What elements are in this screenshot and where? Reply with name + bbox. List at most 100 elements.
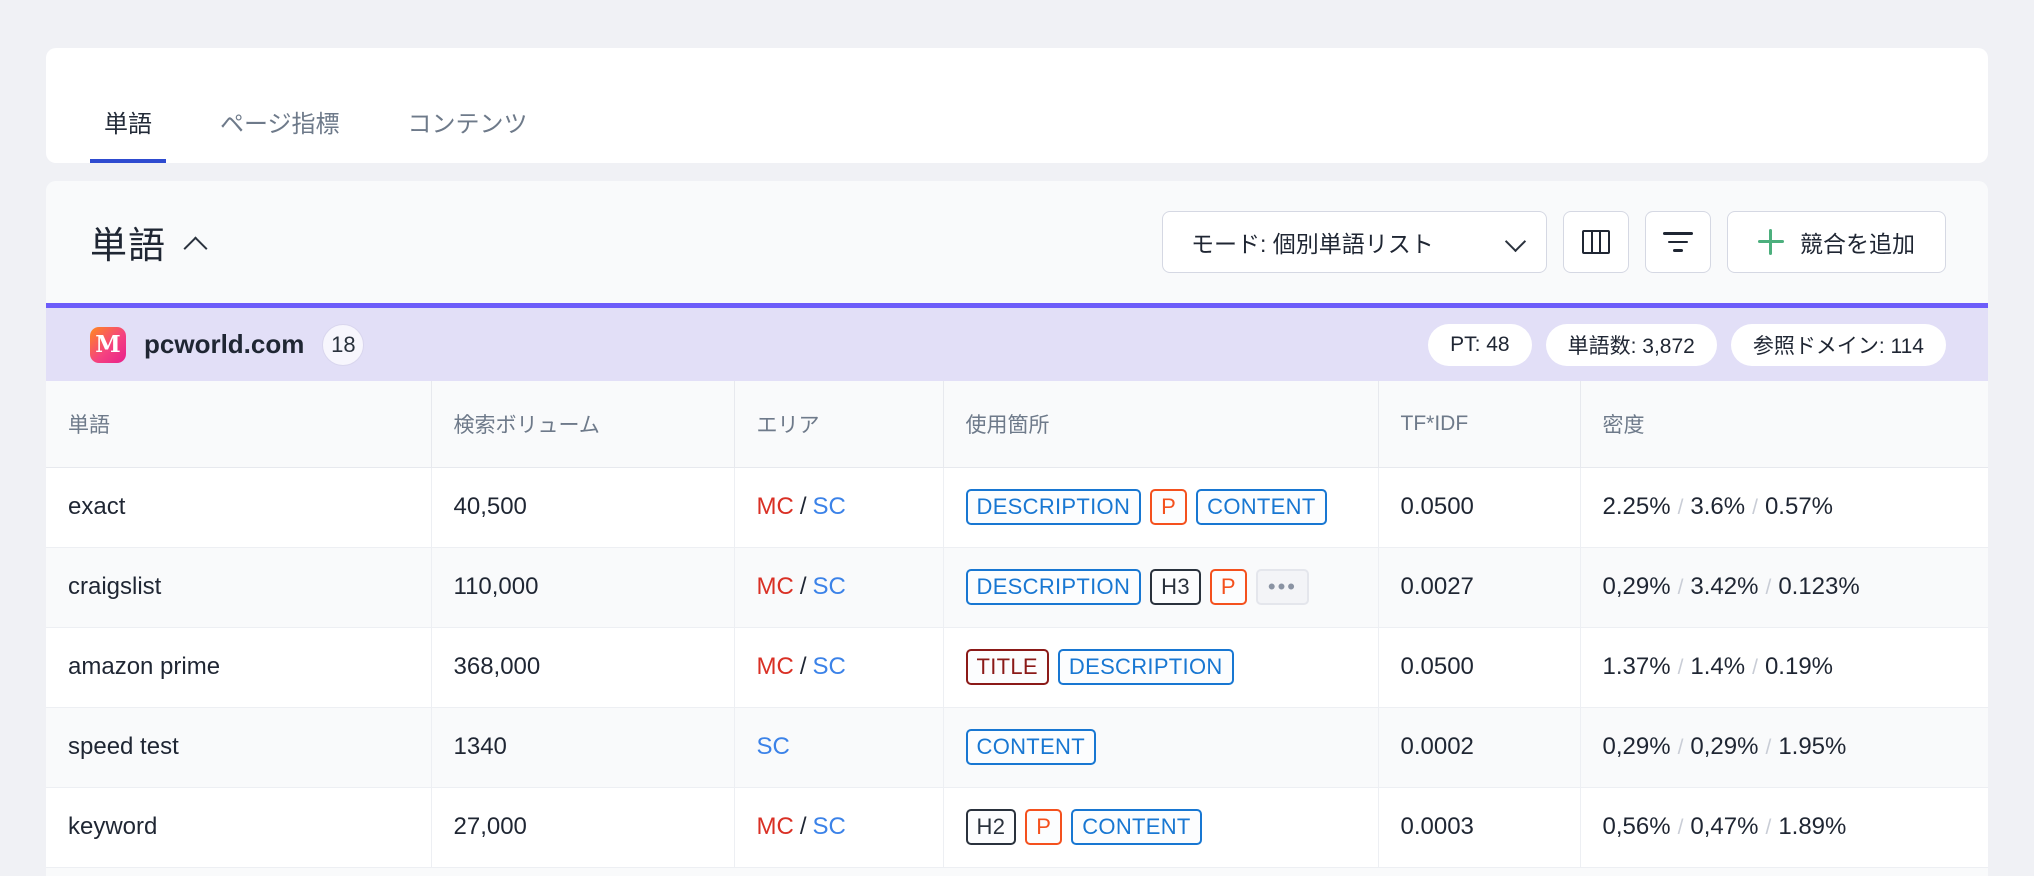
cell-usage-location: H2 P CONTENT — [943, 787, 1379, 868]
usage-badge[interactable]: H2 — [965, 808, 1017, 846]
cell-search-volume: 27,000 — [431, 787, 735, 868]
chevron-up-icon[interactable] — [186, 233, 208, 255]
area-tag-mc[interactable]: MC — [757, 653, 794, 680]
filter-button[interactable] — [1645, 211, 1711, 273]
tab-1[interactable]: ページ指標 — [206, 113, 354, 163]
density-value: 1.95% — [1778, 733, 1847, 760]
favicon-icon: M — [90, 326, 126, 363]
area-tag-sc[interactable]: SC — [813, 653, 846, 680]
columns-button[interactable] — [1563, 211, 1629, 273]
density-value: 1.89% — [1778, 813, 1847, 840]
cell-area: MC / SC — [734, 787, 944, 868]
column-header[interactable]: 検索ボリューム — [431, 381, 735, 468]
words-table: 単語 検索ボリューム エリア 使用箇所 TF*IDF 密度 exact 40,500 MC / S… — [46, 381, 1988, 868]
domain-name: pcworld.com — [144, 329, 305, 359]
usage-badge[interactable]: CONTENT — [1071, 808, 1202, 846]
usage-badge[interactable]: DESCRIPTION — [965, 488, 1142, 526]
cell-tfidf: 0.0002 — [1378, 707, 1581, 788]
usage-badge[interactable]: DESCRIPTION — [965, 568, 1142, 606]
panel-title-group: 単語 — [90, 215, 208, 269]
density-value: 0.123% — [1778, 573, 1860, 600]
usage-badge-group: TITLE DESCRIPTION — [965, 648, 1378, 686]
area-tag-sc[interactable]: SC — [757, 733, 790, 760]
tab-0[interactable]: 単語 — [90, 113, 166, 163]
density-separator: / — [1752, 496, 1758, 519]
area-tag-mc[interactable]: MC — [757, 813, 794, 840]
density-value: 0,47% — [1690, 813, 1759, 840]
density-value: 0,29% — [1690, 733, 1759, 760]
tab-2[interactable]: コンテンツ — [394, 113, 542, 163]
mode-select[interactable]: モード: 個別単語リスト — [1162, 211, 1547, 273]
cell-density: 0,56% / 0,47% / 1.89% — [1580, 787, 1988, 868]
cell-word: exact — [46, 467, 432, 548]
area-tag-sc[interactable]: SC — [813, 813, 846, 840]
density-separator: / — [1677, 736, 1684, 759]
cell-usage-location: CONTENT — [943, 707, 1379, 788]
usage-badge[interactable]: P — [1209, 568, 1247, 606]
cell-word: speed test — [46, 707, 432, 788]
cell-area: MC / SC — [734, 547, 944, 628]
cell-area: SC — [734, 707, 944, 788]
panel-header: 単語 モード: 個別単語リスト 競合を追加 — [46, 181, 1988, 303]
cell-usage-location: DESCRIPTION P CONTENT — [943, 467, 1379, 548]
cell-density: 0,29% / 0,29% / 1.95% — [1580, 707, 1988, 788]
cell-tfidf: 0.0003 — [1378, 787, 1581, 868]
page-title: 単語 — [90, 225, 166, 266]
cell-word: craigslist — [46, 547, 432, 628]
density-value: 1.4% — [1690, 653, 1746, 680]
density-separator: / — [1752, 656, 1758, 679]
density-value: 2.25% — [1602, 493, 1671, 520]
usage-badge[interactable]: H3 — [1150, 568, 1201, 606]
add-competitor-button[interactable]: 競合を追加 — [1727, 211, 1946, 273]
panel-toolbar: モード: 個別単語リスト 競合を追加 — [1162, 211, 1946, 273]
cell-density: 2.25% / 3.6% / 0.57% — [1580, 467, 1988, 548]
usage-badge-group: CONTENT — [965, 728, 1378, 766]
density-value: 1.37% — [1602, 653, 1671, 680]
area-tag-mc[interactable]: MC — [757, 573, 794, 600]
cell-search-volume: 1340 — [431, 707, 735, 788]
area-tag-mc[interactable]: MC — [757, 493, 794, 520]
density-separator: / — [1677, 576, 1684, 599]
usage-badge[interactable]: P — [1150, 488, 1188, 526]
domain-row[interactable]: M pcworld.com 18 PT: 48 単語数: 3,872 参照ドメイン:… — [46, 303, 1988, 381]
area-separator: / — [799, 573, 807, 600]
density-separator: / — [1677, 496, 1684, 519]
table-row[interactable]: speed test 1340 SC CONTENT 0.0002 0,29%/0,29%… — [46, 707, 1988, 788]
domain-identity: M pcworld.com 18 — [90, 323, 365, 366]
table-row[interactable]: keyword 27,000 MC / SC H2 P CONTENT 0.0003 0,56% /… — [46, 787, 1988, 868]
filter-icon — [1663, 232, 1693, 252]
column-header[interactable]: 単語 — [46, 381, 432, 468]
table-row[interactable]: exact 40,500 MC / SC DESCRIPTION P CONTENT 0.050… — [46, 467, 1988, 548]
usage-badge-group: DESCRIPTION P CONTENT — [965, 488, 1378, 526]
column-header[interactable]: エリア — [734, 381, 944, 468]
cell-search-volume: 40,500 — [431, 467, 735, 548]
usage-badge-more-icon[interactable]: ••• — [1255, 568, 1309, 606]
usage-badge[interactable]: DESCRIPTION — [1057, 648, 1234, 686]
density-value: 0,56% — [1602, 813, 1671, 840]
plus-icon — [1758, 229, 1784, 255]
area-separator: / — [799, 493, 807, 520]
usage-badge[interactable]: TITLE — [965, 648, 1049, 686]
column-header[interactable]: TF*IDF — [1378, 381, 1581, 468]
table-row[interactable]: craigslist 110,000 MC / SC DESCRIPTION H3 P ••• 0… — [46, 547, 1988, 628]
chevron-down-icon — [1506, 232, 1526, 252]
table-row[interactable]: amazon prime 368,000 MC / SC TITLE DESCRIPTION… — [46, 627, 1988, 708]
page-root: 単語 ページ指標 コンテンツ 単語 モード: 個別単語リスト 競合を追加 M p… — [0, 0, 2034, 876]
area-tag-sc[interactable]: SC — [813, 493, 846, 520]
column-header[interactable]: 使用箇所 — [943, 381, 1379, 468]
add-competitor-label: 競合を追加 — [1800, 231, 1915, 257]
metric-chip: 参照ドメイン: 114 — [1730, 323, 1946, 366]
cell-word: keyword — [46, 787, 432, 868]
table-header: 単語 検索ボリューム エリア 使用箇所 TF*IDF 密度 — [46, 381, 1988, 468]
usage-badge[interactable]: P — [1025, 808, 1063, 846]
area-tag-sc[interactable]: SC — [813, 573, 846, 600]
mode-select-label: モード: 個別単語リスト — [1191, 231, 1434, 257]
density-value: 0,29% — [1602, 573, 1671, 600]
usage-badge[interactable]: CONTENT — [965, 728, 1096, 766]
area-separator: / — [799, 653, 807, 680]
density-value: 3.42% — [1690, 573, 1759, 600]
columns-icon — [1582, 230, 1610, 254]
column-header[interactable]: 密度 — [1580, 381, 1988, 468]
usage-badge[interactable]: CONTENT — [1196, 488, 1327, 526]
cell-search-volume: 110,000 — [431, 547, 735, 628]
